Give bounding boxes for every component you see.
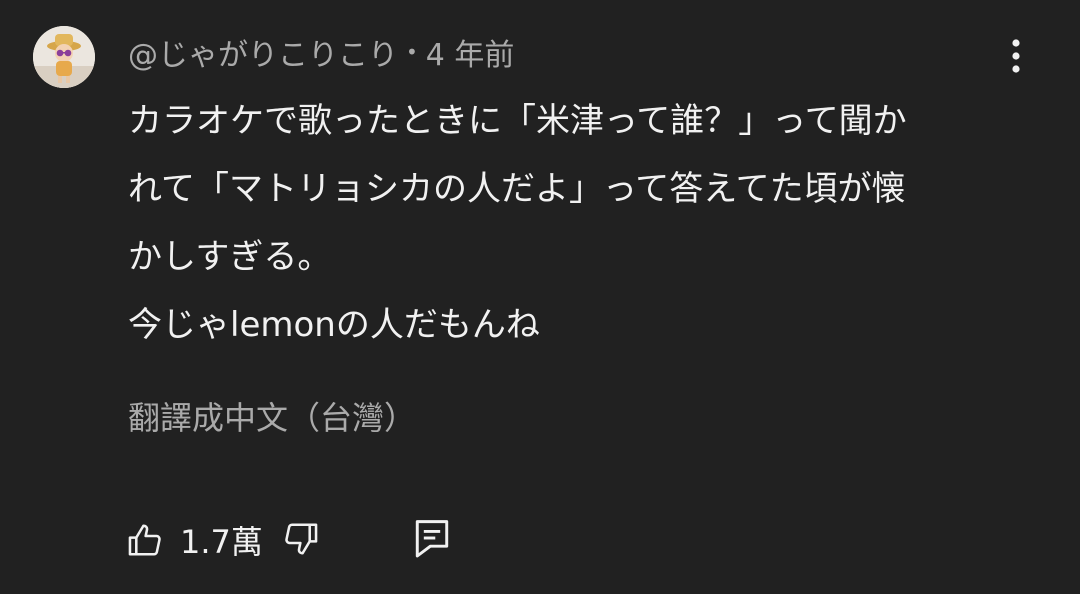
reply-button[interactable] xyxy=(414,518,454,562)
translate-link[interactable]: 翻譯成中文（台灣） xyxy=(128,394,416,442)
comment-time[interactable]: 4 年前 xyxy=(426,30,515,74)
comment-item: @じゃがりこりこり • 4 年前 カラオケで歌ったときに「米津って誰？」って聞か… xyxy=(0,0,1080,594)
comment-line: かしすぎる。 xyxy=(128,237,332,277)
comment-line: 今じゃlemonの人だもんね xyxy=(128,305,540,345)
thumb-down-icon xyxy=(285,523,318,555)
comment-actions: 1.7萬 xyxy=(126,516,466,566)
like-count: 1.7萬 xyxy=(180,523,263,561)
like-button[interactable] xyxy=(126,521,168,563)
comment-icon xyxy=(415,520,449,558)
more-options-button[interactable] xyxy=(996,36,1036,76)
more-vert-icon xyxy=(1012,39,1020,73)
author-name[interactable]: @じゃがりこりこり xyxy=(128,30,398,74)
comment-line: カラオケで歌ったときに「米津って誰？」って聞か xyxy=(128,101,907,141)
avatar[interactable] xyxy=(33,26,95,88)
thumb-up-icon xyxy=(128,524,161,556)
meta-separator: • xyxy=(406,40,418,64)
comment-line: れて「マトリョシカの人だよ」って答えてた頃が懐 xyxy=(128,169,906,209)
dislike-button[interactable] xyxy=(282,520,324,562)
comment-text: カラオケで歌ったときに「米津って誰？」って聞か れて「マトリョシカの人だよ」って… xyxy=(128,87,1008,359)
comment-header: @じゃがりこりこり • 4 年前 xyxy=(128,30,514,74)
avatar-image xyxy=(33,26,95,88)
